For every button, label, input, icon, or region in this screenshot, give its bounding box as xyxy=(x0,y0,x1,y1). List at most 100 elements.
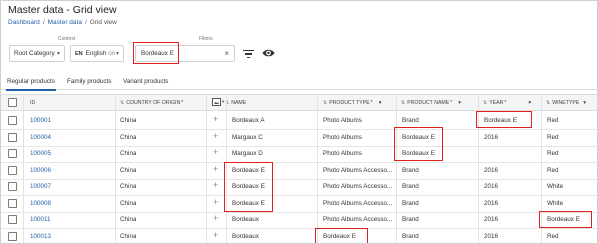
cell-name: Bordeaux A xyxy=(232,117,265,124)
cell-product-type: Photo Albums xyxy=(323,133,362,141)
cell-name: Bordeaux E xyxy=(232,166,265,174)
cell-winetype: Red xyxy=(547,150,559,157)
cell-id[interactable]: 100008 xyxy=(30,195,51,212)
tab-family-products[interactable]: Family products xyxy=(67,78,111,85)
cell-id[interactable]: 100013 xyxy=(30,228,51,244)
sort-icon: ⇅ xyxy=(483,99,488,106)
language-code: EN xyxy=(75,50,83,57)
add-image-icon[interactable]: + xyxy=(213,131,218,141)
cell-product-name: Bordeaux E xyxy=(402,133,435,141)
cell-product-type: Photo Albums Accesso... xyxy=(323,183,393,190)
row-checkbox[interactable] xyxy=(8,215,17,224)
cell-country: China xyxy=(120,216,137,223)
column-header-winetype[interactable]: ⇅ WINETYPE ▾ xyxy=(546,95,586,110)
table-row[interactable]: +100007 China Bordeaux E Photo Albums Acces… xyxy=(1,178,597,196)
breadcrumb-dashboard-link[interactable]: Dashboard xyxy=(8,19,40,26)
cell-product-type: Photo Albums Accesso... xyxy=(323,199,393,207)
cell-year: Bordeaux E xyxy=(484,117,517,124)
cell-id[interactable]: 100011 xyxy=(30,211,51,228)
cell-winetype: Red xyxy=(547,166,559,174)
add-image-icon[interactable]: + xyxy=(213,181,218,190)
cell-name: Margaux D xyxy=(232,150,263,157)
column-header-name[interactable]: ⇅ NAME xyxy=(225,95,246,110)
table-row[interactable]: +100008 China Bordeaux E Photo Albums Acces… xyxy=(1,195,597,213)
sort-icon: ⇅ xyxy=(546,99,551,106)
row-checkbox[interactable] xyxy=(8,198,17,208)
cell-name: Bordeaux xyxy=(232,216,259,223)
column-menu-icon[interactable]: ▾ xyxy=(528,100,531,106)
add-image-icon[interactable]: + xyxy=(213,164,218,174)
sort-icon: ⇅ xyxy=(401,99,406,106)
image-column-icon[interactable] xyxy=(212,98,221,106)
cell-product-name: Brand xyxy=(402,183,419,190)
column-header-product-name[interactable]: ⇅ PRODUCT NAME * ▾ xyxy=(401,95,461,110)
filter-search-input[interactable]: Bordeaux E × xyxy=(135,45,235,62)
cell-name: Margaux C xyxy=(232,133,263,141)
column-menu-icon[interactable]: ▾ xyxy=(458,100,461,106)
tab-regular-products[interactable]: Regular products xyxy=(6,78,56,91)
tab-variant-products[interactable]: Variant products xyxy=(123,78,168,85)
add-image-icon[interactable]: + xyxy=(213,115,218,124)
eye-icon[interactable] xyxy=(262,48,275,58)
cell-winetype: White xyxy=(547,199,564,207)
cell-product-type: Photo Albums xyxy=(323,150,362,157)
row-checkbox[interactable] xyxy=(8,149,17,158)
add-image-icon[interactable]: + xyxy=(213,214,218,223)
cell-winetype: White xyxy=(547,183,564,190)
table-row[interactable]: +100001 China Bordeaux A Photo Albums Brand B… xyxy=(1,112,597,130)
column-header-winetype-label: WINETYPE xyxy=(552,99,580,106)
column-header-country[interactable]: ⇅ COUNTRY OF ORIGIN * xyxy=(120,95,183,110)
page-title: Master data - Grid view xyxy=(8,4,117,16)
column-filter-icon: * xyxy=(370,99,373,106)
row-checkbox[interactable] xyxy=(8,182,17,191)
column-menu-icon[interactable]: ▾ xyxy=(379,100,382,106)
filter-input-value: Bordeaux E xyxy=(141,50,174,57)
cell-year: 2016 xyxy=(484,133,499,141)
row-checkbox[interactable] xyxy=(8,231,17,241)
add-image-icon[interactable]: + xyxy=(213,197,218,207)
breadcrumb-master-data-link[interactable]: Master data xyxy=(48,19,82,26)
column-menu-icon[interactable]: ▾ xyxy=(583,100,586,106)
cell-country: China xyxy=(120,232,137,240)
cell-id[interactable]: 100001 xyxy=(30,112,51,129)
table-row[interactable]: +100006 China Bordeaux E Photo Albums Acces… xyxy=(1,162,597,180)
column-header-product-type-label: PRODUCT TYPE xyxy=(329,99,370,106)
row-checkbox[interactable] xyxy=(8,165,17,175)
cell-id[interactable]: 100007 xyxy=(30,178,51,195)
cell-product-name: Brand xyxy=(402,166,419,174)
cell-country: China xyxy=(120,166,137,174)
cell-year: 2016 xyxy=(484,199,499,207)
row-checkbox[interactable] xyxy=(8,132,17,142)
filter-lines-icon[interactable] xyxy=(241,47,255,61)
column-header-id-label: ID xyxy=(30,99,36,106)
cell-country: China xyxy=(120,183,137,190)
product-tabs: Regular products Family products Variant… xyxy=(1,72,597,91)
table-row[interactable]: +100004 China Margaux C Photo Albums Bordeau… xyxy=(1,129,597,147)
language-select[interactable]: EN English on ▾ xyxy=(70,45,124,62)
cell-product-name: Brand xyxy=(402,117,419,124)
row-checkbox[interactable] xyxy=(8,116,17,125)
table-row[interactable]: +100013 China Bordeaux Bordeaux E Brand 2016 R… xyxy=(1,228,597,244)
column-header-year[interactable]: ⇅ YEAR * ▾ xyxy=(483,95,531,110)
cell-year: 2016 xyxy=(484,216,499,223)
cell-id[interactable]: 100005 xyxy=(30,145,51,162)
cell-id[interactable]: 100004 xyxy=(30,129,51,146)
cell-product-type: Bordeaux E xyxy=(323,232,356,240)
column-header-product-type[interactable]: ⇅ PRODUCT TYPE * ▾ xyxy=(323,95,381,110)
clear-icon[interactable]: × xyxy=(224,49,229,58)
select-all-checkbox[interactable] xyxy=(8,98,17,107)
column-header-id[interactable]: ID xyxy=(30,95,35,110)
add-image-icon[interactable]: + xyxy=(213,230,218,240)
language-select-suffix: on xyxy=(108,50,116,57)
column-filter-icon: * xyxy=(504,99,507,106)
cell-country: China xyxy=(120,133,137,141)
cell-winetype: Red xyxy=(547,232,559,240)
add-image-icon[interactable]: + xyxy=(213,148,218,157)
cell-id[interactable]: 100006 xyxy=(30,162,51,179)
cell-country: China xyxy=(120,117,137,124)
table-row[interactable]: +100005 China Margaux D Photo Albums Bordeau… xyxy=(1,145,597,163)
category-select[interactable]: Root Category ▾ xyxy=(9,45,65,62)
table-row[interactable]: +100011 China Bordeaux Photo Albums Accesso… xyxy=(1,211,597,229)
column-header-name-label: NAME xyxy=(231,99,247,106)
chevron-down-icon: ▾ xyxy=(56,51,60,57)
